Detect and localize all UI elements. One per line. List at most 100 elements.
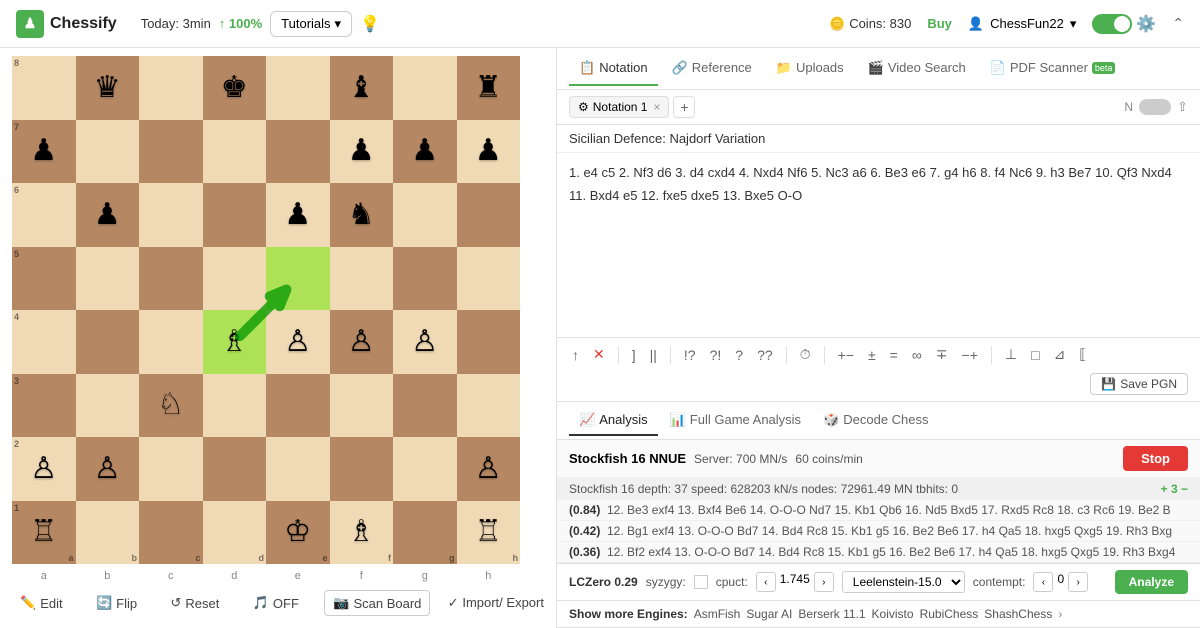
cell-b2[interactable]: ♙ [76, 437, 140, 501]
cell-e6[interactable]: ♟ [266, 183, 330, 247]
cell-d3[interactable] [203, 374, 267, 438]
cell-c7[interactable] [139, 120, 203, 184]
engine-koivisto[interactable]: Koivisto [872, 607, 914, 621]
minus-plus-icon[interactable]: ∓ [933, 344, 951, 365]
import-export-button[interactable]: ✓ Import/ Export [448, 595, 544, 611]
reset-button[interactable]: ↺ Reset [162, 591, 227, 615]
cell-f2[interactable] [330, 437, 394, 501]
tab-notation[interactable]: 📋 Notation [569, 52, 658, 86]
sound-button[interactable]: 🎵 OFF [245, 591, 307, 615]
cpuct-next[interactable]: › [814, 572, 834, 592]
cell-g4[interactable]: ♙ [393, 310, 457, 374]
cell-h6[interactable] [457, 183, 521, 247]
edit-button[interactable]: ✏️ Edit [12, 591, 71, 615]
arrow-up-icon[interactable]: ↑ [569, 345, 582, 365]
engine-asmfish[interactable]: AsmFish [694, 607, 741, 621]
cell-b4[interactable] [76, 310, 140, 374]
cell-a6[interactable]: 6 [12, 183, 76, 247]
cell-f8[interactable]: ♝ [330, 56, 394, 120]
contempt-prev[interactable]: ‹ [1033, 572, 1053, 592]
cell-g7[interactable]: ♟ [393, 120, 457, 184]
cell-h5[interactable] [457, 247, 521, 311]
tab-uploads[interactable]: 📁 Uploads [766, 52, 854, 86]
cell-a4[interactable]: 4 [12, 310, 76, 374]
more-engines-expand[interactable]: › [1058, 607, 1062, 621]
box-icon[interactable]: □ [1028, 345, 1042, 365]
analyze-button[interactable]: Analyze [1115, 570, 1188, 594]
cell-c5[interactable] [139, 247, 203, 311]
clock-icon[interactable]: ⏱ [797, 344, 814, 365]
theme-toggle[interactable] [1092, 14, 1132, 34]
pause-icon[interactable]: || [647, 345, 660, 365]
cell-c6[interactable] [139, 183, 203, 247]
cell-c3[interactable]: ♘ [139, 374, 203, 438]
cell-h2[interactable]: ♙ [457, 437, 521, 501]
cell-d8[interactable]: ♚ [203, 56, 267, 120]
cell-a3[interactable]: 3 [12, 374, 76, 438]
plus-minus-icon[interactable]: +− [835, 345, 857, 365]
engine-berserk[interactable]: Berserk 11.1 [798, 607, 865, 621]
cell-b8[interactable]: ♛ [76, 56, 140, 120]
cell-f1[interactable]: f♗ [330, 501, 394, 565]
x-icon[interactable]: ✕ [590, 344, 608, 365]
cell-f4[interactable]: ♙ [330, 310, 394, 374]
cell-e4[interactable]: ♙ [266, 310, 330, 374]
atab-analysis[interactable]: 📈 Analysis [569, 406, 658, 436]
buy-button[interactable]: Buy [927, 16, 952, 31]
syzygy-checkbox[interactable] [694, 575, 708, 589]
cell-a8[interactable]: 8 [12, 56, 76, 120]
exclaim-question-icon[interactable]: !? [681, 345, 699, 365]
equal-icon[interactable]: = [887, 345, 901, 365]
cell-f6[interactable]: ♞ [330, 183, 394, 247]
cell-c8[interactable] [139, 56, 203, 120]
cell-g3[interactable] [393, 374, 457, 438]
contempt-next[interactable]: › [1068, 572, 1088, 592]
cell-e5[interactable] [266, 247, 330, 311]
add-notation-tab[interactable]: + [673, 96, 695, 118]
cell-h8[interactable]: ♜ [457, 56, 521, 120]
gear-icon[interactable]: ⚙️ [1136, 14, 1156, 34]
scan-board-button[interactable]: 📷 Scan Board [324, 590, 430, 616]
cell-d6[interactable] [203, 183, 267, 247]
perp-icon[interactable]: ⊥ [1002, 344, 1020, 365]
cell-e2[interactable] [266, 437, 330, 501]
cell-f5[interactable] [330, 247, 394, 311]
cell-b5[interactable] [76, 247, 140, 311]
cell-d1[interactable]: d [203, 501, 267, 565]
plusminus-icon[interactable]: ± [865, 345, 879, 365]
engine-shasshchess[interactable]: ShashChess [984, 607, 1052, 621]
cpuct-prev[interactable]: ‹ [756, 572, 776, 592]
atab-full-game[interactable]: 📊 Full Game Analysis [660, 406, 811, 436]
cell-c2[interactable] [139, 437, 203, 501]
cell-a5[interactable]: 5 [12, 247, 76, 311]
tab-video-search[interactable]: 🎬 Video Search [858, 52, 976, 86]
cell-a1[interactable]: 1a♖ [12, 501, 76, 565]
collapse-icon[interactable]: ⌃ [1172, 15, 1184, 32]
close-notation-tab[interactable]: × [653, 100, 660, 114]
question-exclaim-icon[interactable]: ?! [707, 345, 725, 365]
cell-b7[interactable] [76, 120, 140, 184]
stop-button[interactable]: Stop [1123, 446, 1188, 471]
double-bracket-icon[interactable]: ⟦ [1076, 344, 1089, 365]
cell-h3[interactable] [457, 374, 521, 438]
cell-d5[interactable] [203, 247, 267, 311]
cell-f7[interactable]: ♟ [330, 120, 394, 184]
tab-reference[interactable]: 🔗 Reference [662, 52, 762, 86]
cell-b3[interactable] [76, 374, 140, 438]
cell-a2[interactable]: 2♙ [12, 437, 76, 501]
bracket-icon[interactable]: ] [629, 345, 639, 365]
cell-g6[interactable] [393, 183, 457, 247]
model-select[interactable]: Leelenstein-15.0 [842, 571, 965, 593]
cell-h4[interactable] [457, 310, 521, 374]
cell-g1[interactable]: g [393, 501, 457, 565]
minus-plus2-icon[interactable]: −+ [959, 345, 981, 365]
cell-c4[interactable] [139, 310, 203, 374]
cell-g5[interactable] [393, 247, 457, 311]
cell-e8[interactable] [266, 56, 330, 120]
cell-b1[interactable]: b [76, 501, 140, 565]
cell-d4[interactable]: ♗ [203, 310, 267, 374]
tab-pdf-scanner[interactable]: 📄 PDF Scanner beta [980, 52, 1126, 86]
infinity-icon[interactable]: ∞ [909, 345, 925, 365]
cell-b6[interactable]: ♟ [76, 183, 140, 247]
engine-rubichess[interactable]: RubiChess [920, 607, 979, 621]
